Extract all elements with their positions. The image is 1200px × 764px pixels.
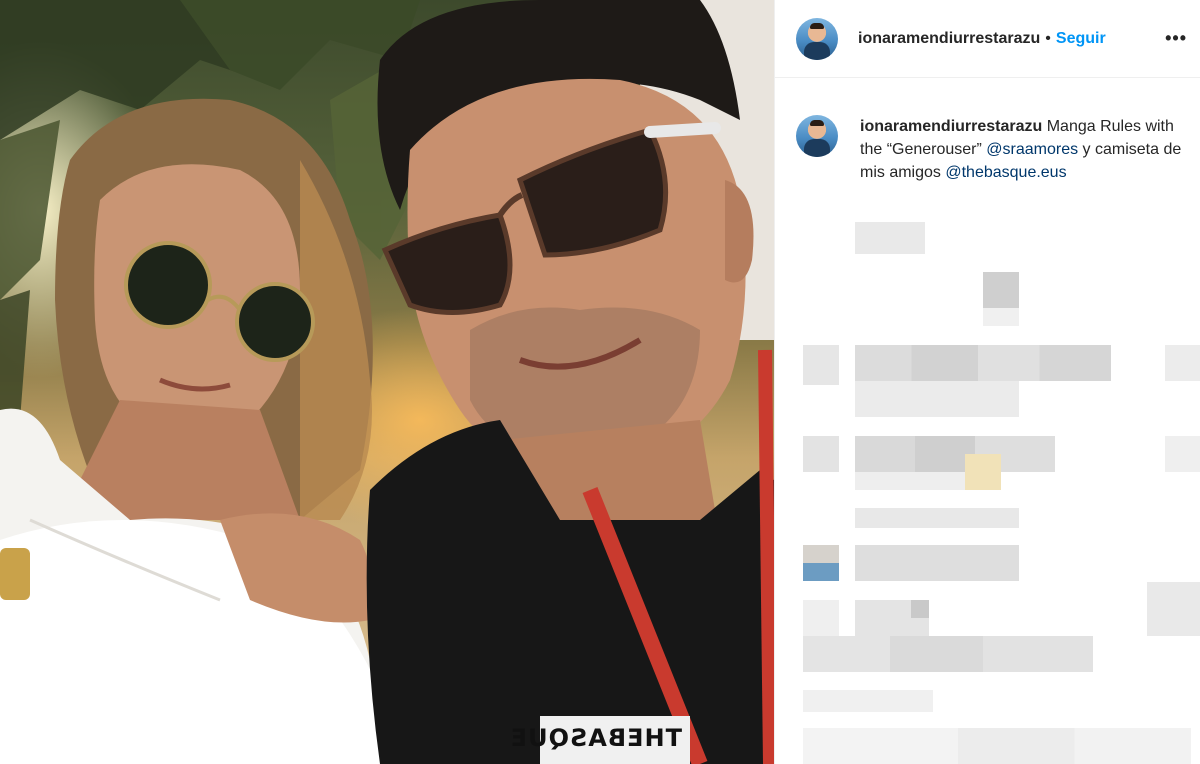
pixel-block [803,545,839,581]
header-separator: • [1045,29,1051,47]
caption-username[interactable]: ionaramendiurrestarazu [860,118,1042,135]
pixel-block [855,472,965,490]
pixel-block [855,345,1111,381]
pixel-block [855,436,1055,472]
follow-button[interactable]: Seguir [1056,30,1106,48]
pixel-block [983,272,1019,308]
pixel-block [803,690,933,712]
mention-link[interactable]: @sraamores [986,141,1078,158]
shirt-print-text: THEBASQUE [509,724,682,752]
pixel-block [803,600,839,636]
header-username[interactable]: ionaramendiurrestarazu [858,30,1040,48]
pixel-block [803,436,839,472]
caption: ionaramendiurrestarazu Manga Rules with … [796,115,1186,184]
post-header: ionaramendiurrestarazu • Seguir ••• [775,0,1200,78]
pixel-block [855,508,1019,528]
post-photo[interactable]: THEBASQUE [0,0,774,764]
more-horizontal-icon[interactable]: ••• [1165,28,1187,49]
pixel-block [983,308,1019,326]
pixel-block [803,636,1093,672]
pixel-block [965,454,1001,490]
pixel-block [911,600,929,618]
pixel-block [855,381,1019,417]
caption-avatar[interactable] [796,115,838,157]
pixel-block [855,222,925,254]
pixel-block [1147,582,1200,636]
pixel-block [803,728,1191,764]
pixel-block [1165,345,1200,381]
mention-link[interactable]: @thebasque.eus [945,164,1066,181]
avatar[interactable] [796,17,838,60]
caption-text: ionaramendiurrestarazu Manga Rules with … [860,115,1186,184]
photo-illustration [0,0,774,764]
pixel-block [855,545,1019,581]
post-side-panel: ionaramendiurrestarazu • Seguir ••• iona… [774,0,1200,764]
pixel-block [803,345,839,385]
pixel-block [1165,436,1200,472]
